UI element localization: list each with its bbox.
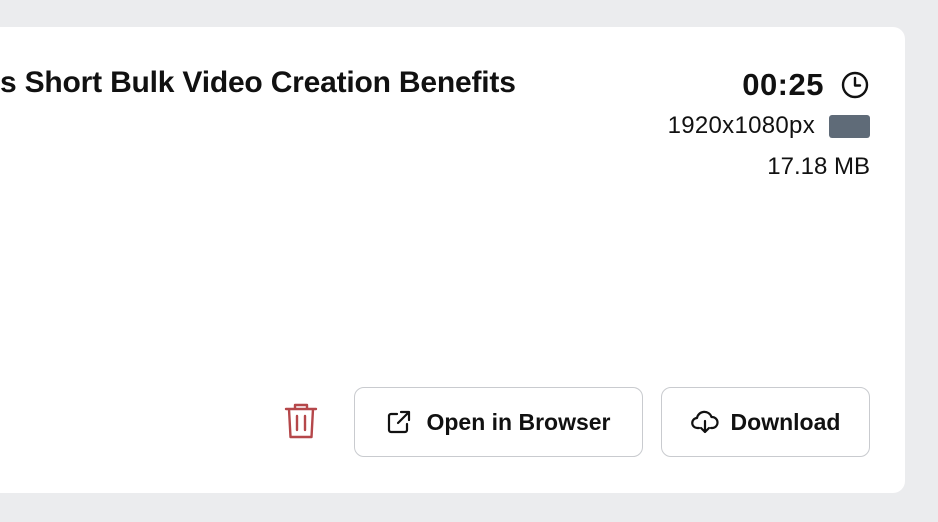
external-link-icon (386, 409, 412, 435)
cloud-download-icon (690, 409, 719, 435)
download-label: Download (730, 408, 841, 435)
delete-button[interactable] (280, 402, 322, 444)
open-in-browser-label: Open in Browser (426, 408, 611, 435)
video-title: s Short Bulk Video Creation Benefits (0, 66, 516, 99)
landscape-aspect-icon (829, 114, 870, 138)
clock-icon (840, 70, 870, 100)
download-button[interactable]: Download (661, 387, 870, 457)
duration-row: 00:25 (668, 66, 870, 104)
video-resolution: 1920x1080px (667, 112, 815, 139)
trash-icon (284, 402, 318, 445)
video-file-size: 17.18 MB (767, 153, 870, 180)
resolution-row: 1920x1080px (668, 111, 870, 141)
video-duration: 00:25 (742, 67, 824, 102)
open-in-browser-button[interactable]: Open in Browser (354, 387, 643, 457)
video-meta: 00:25 1920x1080px 17.18 MB (668, 66, 870, 183)
